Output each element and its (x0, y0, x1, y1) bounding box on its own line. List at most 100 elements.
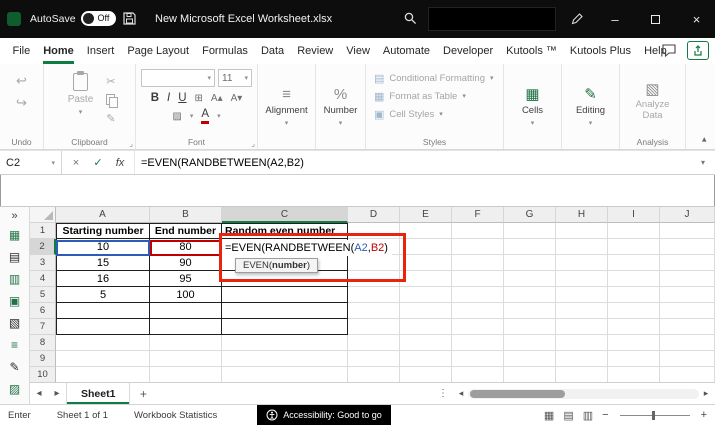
sheet-options-icon[interactable]: ⋮ (438, 388, 448, 399)
row-header-5[interactable]: 5 (30, 287, 56, 303)
cell-c7[interactable] (222, 319, 348, 335)
cell-j5[interactable] (660, 287, 715, 303)
cell-b10[interactable] (150, 367, 222, 382)
cell-b1[interactable]: End number (150, 223, 222, 239)
cell-a4[interactable]: 16 (56, 271, 150, 287)
sheet-next-icon[interactable]: ▸ (48, 388, 66, 399)
cell-d6[interactable] (348, 303, 400, 319)
tab-view[interactable]: View (340, 38, 377, 64)
cell-f6[interactable] (452, 303, 504, 319)
kutools-pane-sheet-icon[interactable]: ▤ (9, 246, 20, 268)
cell-g10[interactable] (504, 367, 556, 382)
cell-j10[interactable] (660, 367, 715, 382)
cancel-entry-icon[interactable]: × (66, 157, 86, 169)
cell-styles-button[interactable]: ▣Cell Styles▾ (374, 105, 494, 123)
cell-j6[interactable] (660, 303, 715, 319)
tab-automate[interactable]: Automate (376, 38, 436, 64)
cell-a6[interactable] (56, 303, 150, 319)
column-header-b[interactable]: B (150, 207, 222, 223)
zoom-slider[interactable] (620, 415, 690, 416)
cell-d5[interactable] (348, 287, 400, 303)
cell-d3[interactable] (348, 255, 400, 271)
cell-f1[interactable] (452, 223, 504, 239)
tab-file[interactable]: File (6, 38, 37, 64)
tab-kutools[interactable]: Kutools ™ (500, 38, 564, 64)
cell-a9[interactable] (56, 351, 150, 367)
cell-f9[interactable] (452, 351, 504, 367)
search-icon[interactable] (403, 11, 418, 26)
cell-b7[interactable] (150, 319, 222, 335)
add-sheet-button[interactable]: + (130, 387, 156, 401)
cell-i7[interactable] (608, 319, 660, 335)
font-size-select[interactable]: 11 ▾ (218, 69, 252, 87)
row-header-2[interactable]: 2 (30, 239, 56, 255)
cell-h4[interactable] (556, 271, 608, 287)
cell-h6[interactable] (556, 303, 608, 319)
formula-overlay[interactable]: =EVEN(RANDBETWEEN(A2,B2) (222, 240, 392, 256)
cell-i8[interactable] (608, 335, 660, 351)
sheet-prev-icon[interactable]: ◂ (30, 388, 48, 399)
scrollbar-thumb[interactable] (470, 390, 565, 398)
cell-i9[interactable] (608, 351, 660, 367)
name-box[interactable]: C2 ▾ (0, 151, 62, 174)
column-header-c[interactable]: C (222, 207, 348, 223)
column-header-e[interactable]: E (400, 207, 452, 223)
cell-a10[interactable] (56, 367, 150, 382)
close-button[interactable]: × (678, 0, 715, 38)
accessibility-badge[interactable]: Accessibility: Good to go (257, 405, 391, 425)
cell-h10[interactable] (556, 367, 608, 382)
row-header-6[interactable]: 6 (30, 303, 56, 319)
column-header-a[interactable]: A (56, 207, 150, 223)
cell-j8[interactable] (660, 335, 715, 351)
font-dialog-launcher-icon[interactable]: ⌟ (251, 139, 255, 148)
cell-h7[interactable] (556, 319, 608, 335)
cell-a1[interactable]: Starting number (56, 223, 150, 239)
insert-function-icon[interactable]: fx (110, 157, 130, 169)
view-page-break-icon[interactable]: ▥ (583, 409, 593, 422)
kutools-pane-list-icon[interactable]: ≡ (9, 334, 20, 356)
grow-font-icon[interactable]: A▴ (211, 93, 223, 104)
cells-button[interactable]: ▦ Cells ▾ (517, 69, 548, 144)
paste-button[interactable]: Paste ▾ (62, 71, 100, 118)
cell-f8[interactable] (452, 335, 504, 351)
cell-g9[interactable] (504, 351, 556, 367)
cell-i2[interactable] (608, 239, 660, 255)
cell-g8[interactable] (504, 335, 556, 351)
cell-i10[interactable] (608, 367, 660, 382)
cell-h3[interactable] (556, 255, 608, 271)
cell-e7[interactable] (400, 319, 452, 335)
collapse-ribbon-icon[interactable]: ▾ (702, 134, 707, 145)
cell-h5[interactable] (556, 287, 608, 303)
scroll-left-icon[interactable]: ◂ (454, 388, 468, 399)
column-header-i[interactable]: I (608, 207, 660, 223)
alignment-button[interactable]: ≡ Alignment ▾ (260, 69, 312, 144)
cell-d4[interactable] (348, 271, 400, 287)
column-header-f[interactable]: F (452, 207, 504, 223)
cell-h2[interactable] (556, 239, 608, 255)
cell-e6[interactable] (400, 303, 452, 319)
kutools-pane-columns-icon[interactable]: ▧ (9, 312, 20, 334)
row-header-8[interactable]: 8 (30, 335, 56, 351)
view-normal-icon[interactable]: ▦ (544, 409, 554, 422)
zoom-slider-knob[interactable] (652, 411, 655, 420)
row-header-10[interactable]: 10 (30, 367, 56, 382)
tab-formulas[interactable]: Formulas (196, 38, 255, 64)
cell-b5[interactable]: 100 (150, 287, 222, 303)
cell-b8[interactable] (150, 335, 222, 351)
clipboard-dialog-launcher-icon[interactable]: ⌟ (129, 139, 133, 148)
kutools-pane-edit-icon[interactable]: ✎ (9, 356, 20, 378)
cell-j4[interactable] (660, 271, 715, 287)
cell-i5[interactable] (608, 287, 660, 303)
cell-c8[interactable] (222, 335, 348, 351)
horizontal-scrollbar[interactable]: ◂ ▸ (454, 386, 713, 401)
tab-kutools-plus[interactable]: Kutools Plus (563, 38, 637, 64)
cell-d9[interactable] (348, 351, 400, 367)
scrollbar-track[interactable] (468, 389, 699, 399)
cell-a8[interactable] (56, 335, 150, 351)
cell-e9[interactable] (400, 351, 452, 367)
cut-icon[interactable]: ✂ (106, 75, 117, 88)
redo-icon[interactable]: ↪ (16, 96, 27, 109)
cell-c9[interactable] (222, 351, 348, 367)
sheet-tab-sheet1[interactable]: Sheet1 (66, 383, 130, 404)
kutools-pane-grid-icon[interactable]: ▦ (9, 224, 20, 246)
